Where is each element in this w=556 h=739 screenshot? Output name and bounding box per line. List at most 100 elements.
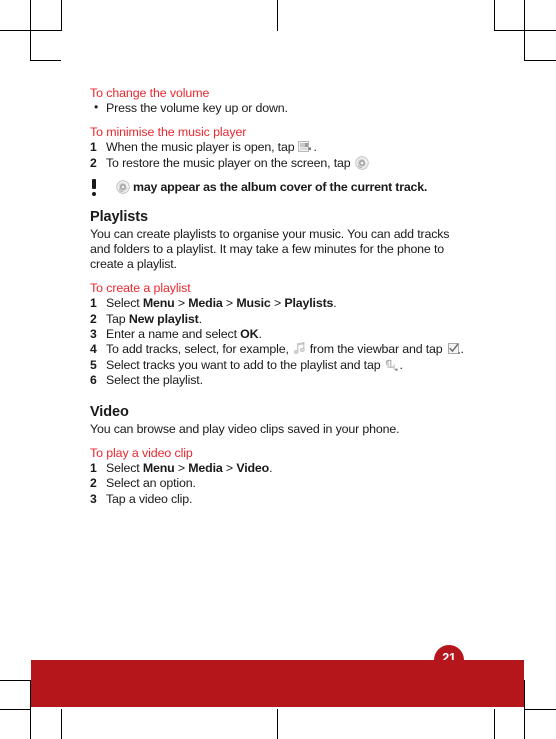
plain-text: .: [258, 327, 262, 342]
plain-text: .: [198, 311, 202, 326]
step-list-minimise-music-player: 1 When the music player is open, tap . 2T…: [90, 140, 466, 171]
step-number: 2: [90, 311, 97, 326]
emphasis-text: Music: [236, 296, 271, 311]
plain-text: Select an option.: [106, 476, 196, 491]
step-number: 2: [90, 155, 97, 170]
plain-text: Tap: [106, 311, 129, 326]
task-heading-create-playlist: To create a playlist: [90, 281, 191, 296]
crop-mark-top-right-inner-h: [524, 60, 556, 61]
step-text: To restore the music player on the scree…: [106, 155, 351, 170]
music-note-icon: [293, 342, 306, 355]
emphasis-text: Menu: [142, 296, 175, 311]
minimise-window-icon: [298, 141, 312, 153]
section-title-playlists: Playlists: [90, 208, 148, 225]
emphasis-text: Video: [236, 460, 270, 475]
list-item: 3 Enter a name and select OK.: [90, 327, 466, 342]
crop-mark-top-center: [277, 0, 278, 31]
list-item: 5 Select tracks you want to add to the pl…: [90, 358, 466, 373]
emphasis-text: OK: [240, 327, 259, 342]
step-number: 1: [90, 460, 97, 475]
plain-text: >: [174, 296, 189, 311]
list-item: 4 To add tracks, select, for example, fro…: [90, 342, 466, 357]
footer-bar: [31, 660, 524, 707]
list-item: 2 Select an option.: [90, 476, 466, 491]
crop-mark-top-left-inner-h: [30, 60, 61, 61]
step-rich-text: Select the playlist.: [106, 373, 203, 387]
plain-text: .: [269, 460, 273, 475]
plain-text: .: [333, 296, 337, 311]
crop-mark-bottom-right-inner-v: [494, 709, 495, 739]
step-text: To add tracks, select, for example,: [106, 342, 289, 357]
list-item: 2 Tap New playlist.: [90, 312, 466, 327]
task-minimise-music-player: To minimise the music player 1 When the m…: [90, 125, 466, 171]
step-text-tail: .: [399, 357, 403, 372]
section-title-video: Video: [90, 403, 129, 420]
crop-mark-bottom-left-inner-v: [61, 709, 62, 739]
plain-text: >: [270, 296, 285, 311]
task-heading-change-volume: To change the volume: [90, 86, 210, 100]
step-text-tail: .: [460, 342, 464, 357]
plain-text: Enter a name and select: [106, 327, 241, 342]
section-body-video: You can browse and play video clips save…: [90, 421, 400, 436]
bullet-list-change-volume: Press the volume key up or down.: [90, 100, 466, 116]
step-rich-text: Tap a video clip.: [106, 492, 192, 506]
emphasis-text: Media: [188, 296, 223, 311]
list-item: 1 Select Menu > Media > Video.: [90, 461, 466, 476]
emphasis-text: New playlist: [128, 311, 199, 326]
crop-mark-bottom-right-horizontal: [524, 709, 556, 710]
add-to-playlist-icon: [385, 359, 398, 372]
step-text: When the music player is open, tap: [106, 140, 295, 155]
step-rich-text: Select Menu > Media > Video.: [106, 460, 273, 475]
note-callout: may appear as the album cover of the cur…: [90, 179, 466, 197]
step-text-tail: .: [313, 140, 317, 155]
step-rich-text: Enter a name and select OK.: [106, 327, 262, 341]
step-number: 4: [90, 342, 97, 357]
step-number: 1: [90, 296, 97, 311]
step-number: 5: [90, 357, 97, 372]
checkbox-tick-icon: [447, 343, 460, 355]
plain-text: Tap a video clip.: [106, 491, 193, 506]
section-body-playlists: You can create playlists to organise you…: [90, 226, 450, 272]
step-list-create-playlist: 1 Select Menu > Media > Music > Playlists…: [90, 296, 466, 388]
plain-text: Select the playlist.: [106, 373, 203, 388]
list-item: 2 To restore the music player on the scre…: [90, 156, 466, 171]
album-disc-icon: [355, 156, 370, 170]
emphasis-text: Menu: [142, 460, 175, 475]
plain-text: Select: [106, 460, 143, 475]
crop-mark-top-left-bar-v: [30, 30, 31, 61]
step-number: 3: [90, 491, 97, 506]
list-item: 6 Select the playlist.: [90, 373, 466, 388]
step-number: 2: [90, 476, 97, 491]
step-text: Select tracks you want to add to the pla…: [106, 357, 381, 372]
step-number: 6: [90, 373, 97, 388]
crop-mark-top-left-inner-v: [61, 0, 62, 31]
task-heading-minimise-music-player: To minimise the music player: [90, 125, 247, 140]
plain-text: >: [222, 296, 237, 311]
step-rich-text: Tap New playlist.: [106, 312, 202, 326]
emphasis-text: Media: [188, 460, 223, 475]
plain-text: >: [174, 460, 189, 475]
list-item: Press the volume key up or down.: [90, 100, 466, 116]
step-number: 3: [90, 327, 97, 342]
task-heading-play-video-clip: To play a video clip: [90, 445, 193, 460]
crop-mark-bottom-left-inner-h: [0, 709, 31, 710]
step-rich-text: Select an option.: [106, 476, 196, 490]
note-text: may appear as the album cover of the cur…: [133, 180, 428, 195]
page-content: To change the volume Press the volume ke…: [90, 86, 466, 507]
crop-mark-top-left-vertical: [30, 0, 31, 31]
list-item: 1 When the music player is open, tap .: [90, 140, 466, 155]
step-list-play-video-clip: 1 Select Menu > Media > Video. 2 Select an…: [90, 461, 466, 507]
emphasis-text: Playlists: [284, 296, 334, 311]
list-item: 3 Tap a video clip.: [90, 492, 466, 507]
crop-mark-bottom-left-horizontal: [0, 680, 31, 681]
crop-mark-top-left-horizontal: [0, 30, 31, 31]
crop-mark-top-right-horizontal: [494, 30, 556, 31]
crop-mark-top-left-bar: [30, 30, 61, 31]
plain-text: Select: [106, 296, 143, 311]
list-item: 1 Select Menu > Media > Music > Playlists…: [90, 296, 466, 311]
step-text-mid: from the viewbar and tap: [309, 342, 443, 357]
plain-text: >: [222, 460, 237, 475]
album-disc-icon: [116, 180, 130, 194]
step-number: 1: [90, 140, 97, 155]
crop-mark-top-right-inner-v: [494, 0, 495, 31]
